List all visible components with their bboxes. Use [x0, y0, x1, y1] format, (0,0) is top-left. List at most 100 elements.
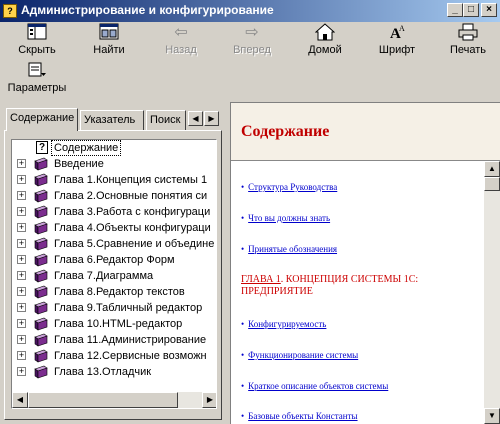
closed-book-icon — [33, 269, 49, 283]
printer-icon — [437, 23, 499, 43]
tabs-scroll-right-button[interactable]: ▶ — [204, 111, 219, 126]
close-button[interactable]: × — [481, 3, 497, 17]
contents-tree[interactable]: ? Содержание + Введение + Глава 1.Концепция… — [11, 139, 217, 409]
tree-horizontal-scrollbar[interactable]: ◀ ▶ — [12, 392, 216, 408]
tree-item-label: Глава 5.Сравнение и объедине — [54, 238, 215, 250]
expand-plus-icon[interactable]: + — [17, 319, 26, 328]
horizontal-scroll-thumb[interactable] — [28, 392, 178, 408]
tabs-scroll-left-button[interactable]: ◀ — [188, 111, 203, 126]
toc-link-configurability[interactable]: • Конфигурируемость — [241, 319, 326, 329]
contents-tab-panel: ? Содержание + Введение + Глава 1.Концепция… — [4, 130, 222, 420]
scroll-up-button[interactable]: ▲ — [484, 161, 500, 177]
options-button[interactable]: Параметры — [6, 61, 68, 99]
closed-book-icon — [33, 253, 49, 267]
tree-item[interactable]: + Введение — [12, 156, 216, 172]
toc-link-functioning[interactable]: • Функционирование системы — [241, 350, 358, 360]
tree-item[interactable]: + Глава 13.Отладчик — [12, 364, 216, 380]
expand-plus-icon[interactable]: + — [17, 191, 26, 200]
help-question-icon: ? — [36, 141, 48, 154]
scroll-left-button[interactable]: ◀ — [12, 392, 28, 408]
find-icon — [78, 23, 140, 43]
tree-item[interactable]: + Глава 2.Основные понятия си — [12, 188, 216, 204]
expand-plus-icon[interactable]: + — [17, 303, 26, 312]
content-pane: Содержание • Структура Руководства • Что в… — [230, 102, 500, 424]
hide-label: Скрыть — [18, 44, 56, 56]
tree-item-label: Глава 11.Администрирование — [54, 334, 207, 346]
tree-item[interactable]: + Глава 4.Объекты конфигураци — [12, 220, 216, 236]
home-icon — [294, 23, 356, 43]
back-button[interactable]: ⇦ Назад — [150, 23, 212, 61]
chapter-1-link[interactable]: ГЛАВА 1 — [241, 274, 281, 285]
closed-book-icon — [33, 317, 49, 331]
window-title: Администрирование и конфигурирование — [21, 3, 274, 17]
closed-book-icon — [33, 189, 49, 203]
content-vertical-scrollbar[interactable]: ▲ ▼ — [484, 161, 500, 424]
title-bar: ? Администрирование и конфигурирование _… — [0, 0, 500, 22]
tree-item-label: Глава 7.Диаграмма — [54, 270, 154, 282]
tree-item-label: Глава 6.Редактор Форм — [54, 254, 175, 266]
tree-item[interactable]: + Глава 3.Работа с конфигураци — [12, 204, 216, 220]
tree-root[interactable]: ? Содержание — [12, 140, 216, 156]
scroll-right-button[interactable]: ▶ — [202, 392, 216, 408]
svg-text:A: A — [399, 24, 405, 33]
toolbar: Скрыть Найти ⇦ Назад ⇨ Вперед Домой AA Ш… — [0, 22, 500, 98]
tree-item-label: Глава 1.Концепция системы 1 — [54, 174, 208, 186]
tree-item-label: Глава 3.Работа с конфигураци — [54, 206, 211, 218]
tree-item[interactable]: + Глава 9.Табличный редактор — [12, 300, 216, 316]
tree-item[interactable]: + Глава 5.Сравнение и объедине — [12, 236, 216, 252]
tree-item[interactable]: + Глава 6.Редактор Форм — [12, 252, 216, 268]
toc-link-notation[interactable]: • Принятые обозначения — [241, 244, 337, 254]
tree-item[interactable]: + Глава 12.Сервисные возможн — [12, 348, 216, 364]
find-button[interactable]: Найти — [78, 23, 140, 61]
toc-link-structure[interactable]: • Структура Руководства — [241, 182, 337, 192]
hide-icon — [6, 23, 68, 43]
closed-book-icon — [33, 365, 49, 379]
tab-contents[interactable]: Содержание — [6, 108, 78, 131]
minimize-button[interactable]: _ — [447, 3, 463, 17]
tree-root-label: Содержание — [51, 140, 122, 156]
tab-index[interactable]: Указатель — [80, 110, 144, 130]
find-label: Найти — [93, 44, 125, 56]
tree-item-label: Глава 2.Основные понятия си — [54, 190, 208, 202]
tree-item[interactable]: + Глава 11.Администрирование — [12, 332, 216, 348]
tree-item-label: Глава 12.Сервисные возможн — [54, 350, 207, 362]
forward-button[interactable]: ⇨ Вперед — [221, 23, 283, 61]
expand-plus-icon[interactable]: + — [17, 207, 26, 216]
font-button[interactable]: AA Шрифт — [366, 23, 428, 61]
closed-book-icon — [33, 301, 49, 315]
maximize-button[interactable]: □ — [463, 3, 479, 17]
expand-plus-icon[interactable]: + — [17, 159, 26, 168]
expand-plus-icon[interactable]: + — [17, 239, 26, 248]
expand-plus-icon[interactable]: + — [17, 271, 26, 280]
print-button[interactable]: Печать — [437, 23, 499, 61]
expand-plus-icon[interactable]: + — [17, 223, 26, 232]
tree-item[interactable]: + Глава 1.Концепция системы 1 — [12, 172, 216, 188]
tree-item[interactable]: + Глава 8.Редактор текстов — [12, 284, 216, 300]
tree-item-label: Глава 10.HTML-редактор — [54, 318, 183, 330]
expand-plus-icon[interactable]: + — [17, 367, 26, 376]
tree-item-label: Глава 13.Отладчик — [54, 366, 152, 378]
expand-plus-icon[interactable]: + — [17, 255, 26, 264]
content-header: Содержание — [231, 103, 500, 161]
expand-plus-icon[interactable]: + — [17, 335, 26, 344]
expand-plus-icon[interactable]: + — [17, 287, 26, 296]
closed-book-icon — [33, 285, 49, 299]
font-icon: AA — [366, 23, 428, 43]
toc-link-base-objects[interactable]: • Базовые объекты Константы — [241, 411, 358, 421]
home-label: Домой — [308, 44, 342, 56]
arrow-left-icon: ⇦ — [174, 24, 188, 41]
scroll-down-button[interactable]: ▼ — [484, 408, 500, 424]
chapter-1-heading: ГЛАВА 1. КОНЦЕПЦИЯ СИСТЕМЫ 1С: ПРЕДПРИЯТ… — [241, 274, 419, 297]
expand-plus-icon[interactable]: + — [17, 175, 26, 184]
print-label: Печать — [449, 44, 487, 56]
toc-link-objects-overview[interactable]: • Краткое описание объектов системы — [241, 381, 388, 391]
vertical-scroll-thumb[interactable] — [484, 177, 500, 191]
tab-search[interactable]: Поиск — [146, 110, 186, 130]
home-button[interactable]: Домой — [294, 23, 356, 61]
tree-item[interactable]: + Глава 7.Диаграмма — [12, 268, 216, 284]
closed-book-icon — [33, 349, 49, 363]
toc-link-what-to-know[interactable]: • Что вы должны знать — [241, 213, 330, 223]
tree-item[interactable]: + Глава 10.HTML-редактор — [12, 316, 216, 332]
hide-button[interactable]: Скрыть — [6, 23, 68, 61]
expand-plus-icon[interactable]: + — [17, 351, 26, 360]
